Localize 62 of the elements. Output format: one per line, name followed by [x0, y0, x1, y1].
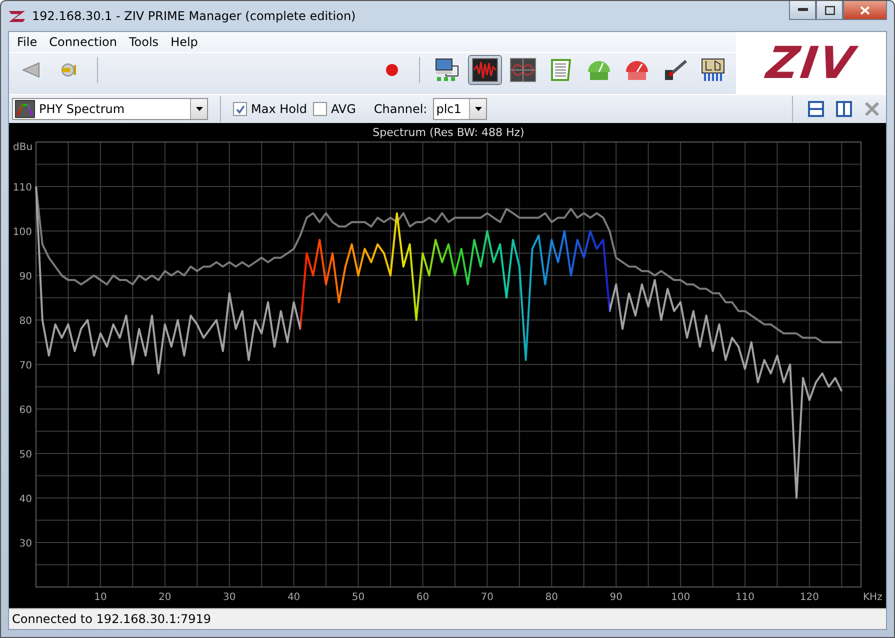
gauge-icon: [624, 58, 650, 82]
split-horizontal-icon: [808, 101, 824, 117]
x-axis-label: KHz: [863, 592, 882, 603]
x-tick-label: 90: [610, 592, 622, 603]
menu-item[interactable]: Tools: [125, 35, 163, 49]
view-dropdown[interactable]: PHY Spectrum: [12, 98, 208, 120]
x-tick-label: 50: [352, 592, 365, 603]
maximize-icon: [824, 6, 834, 14]
y-tick-label: 40: [19, 494, 32, 505]
x-tick-label: 110: [735, 592, 755, 603]
y-tick-label: 70: [19, 360, 32, 372]
computer-icon: [434, 58, 460, 82]
split-vertical-button[interactable]: [833, 98, 855, 120]
y-axis-label: dBu: [13, 142, 33, 153]
y-tick-label: 100: [12, 227, 32, 238]
menu-item[interactable]: Help: [166, 35, 202, 49]
option-checkbox[interactable]: Max Hold: [233, 102, 307, 116]
x-tick-label: 20: [158, 592, 172, 603]
x-tick-label: 10: [94, 592, 107, 603]
record-icon: [385, 63, 399, 77]
checkmark-icon: [236, 104, 244, 114]
maximize-button[interactable]: [816, 1, 843, 20]
x-tick-label: 120: [800, 592, 819, 603]
channel-label: Channel:: [374, 102, 428, 116]
y-tick-label: 90: [19, 272, 32, 282]
y-tick-label: 30: [19, 538, 32, 550]
y-tick-label: 60: [19, 405, 32, 416]
gauge-icon: [586, 58, 612, 82]
channel-dropdown[interactable]: plc1: [433, 98, 488, 120]
window-title: 192.168.30.1 - ZIV PRIME Manager (complete edition): [32, 9, 357, 23]
y-tick-label: 80: [19, 316, 32, 327]
close-icon: [864, 101, 880, 117]
split-horizontal-button[interactable]: [805, 98, 827, 120]
split-vertical-icon: [836, 101, 852, 117]
dropdown-caret-icon: [474, 107, 482, 111]
close-icon: [860, 6, 870, 14]
status-text: Connected to 192.168.30.1:7919: [12, 612, 212, 626]
target-icon: [510, 58, 536, 82]
close-button[interactable]: [843, 1, 887, 20]
waveform-icon: [472, 58, 498, 82]
x-tick-label: 60: [416, 592, 430, 603]
document-icon: [550, 58, 572, 82]
menu-item[interactable]: File: [13, 35, 42, 49]
brand-logo: ZIV: [736, 32, 886, 94]
minimize-button[interactable]: [789, 1, 816, 20]
x-tick-label: 40: [287, 592, 300, 603]
chip-icon: [700, 58, 726, 82]
toolbar-button[interactable]: [468, 55, 502, 85]
x-tick-label: 80: [545, 592, 558, 603]
x-tick-label: 30: [223, 592, 236, 603]
menu-item[interactable]: Connection: [45, 35, 121, 49]
option-checkbox[interactable]: AVG: [312, 102, 356, 116]
probe-icon: [662, 58, 688, 82]
y-tick-label: 110: [12, 182, 32, 194]
x-tick-label: 70: [480, 592, 494, 603]
rainbow-chart-icon: [15, 100, 35, 118]
x-tick-label: 100: [670, 592, 690, 603]
dropdown-caret-icon: [196, 107, 202, 111]
app-logo-icon: [8, 9, 26, 23]
minimize-icon: [798, 8, 808, 12]
y-tick-label: 50: [19, 450, 32, 460]
chart-title: Spectrum (Res BW: 488 Hz): [372, 126, 524, 139]
